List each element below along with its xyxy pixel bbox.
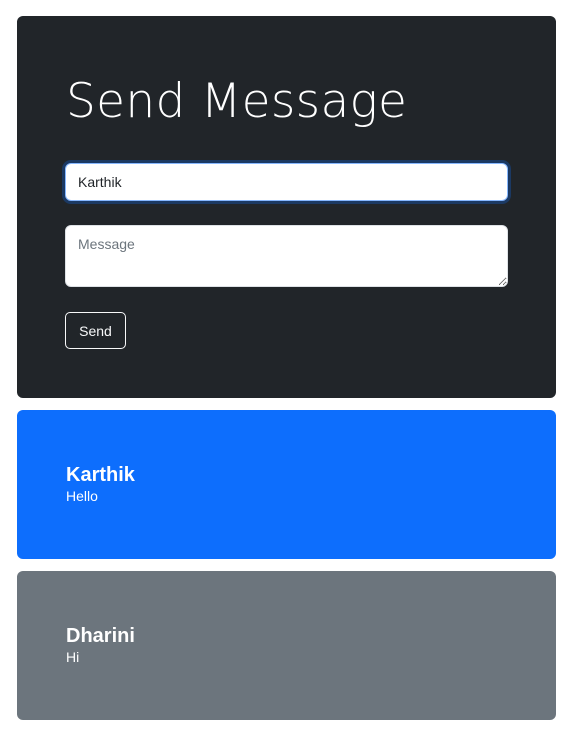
chat-container: Send Message Send Karthik Hello Dharini … <box>17 16 556 720</box>
message-card: Karthik Hello <box>17 410 556 559</box>
send-message-form: Send Message Send <box>17 16 556 398</box>
page-title: Send Message <box>66 74 408 129</box>
message-input[interactable] <box>65 225 508 287</box>
name-input[interactable] <box>65 163 508 201</box>
message-card: Dharini Hi <box>17 571 556 720</box>
message-text: Hi <box>66 649 80 665</box>
message-sender: Karthik <box>66 464 135 486</box>
send-button[interactable]: Send <box>65 312 126 349</box>
message-sender: Dharini <box>66 625 135 647</box>
message-text: Hello <box>66 488 98 504</box>
